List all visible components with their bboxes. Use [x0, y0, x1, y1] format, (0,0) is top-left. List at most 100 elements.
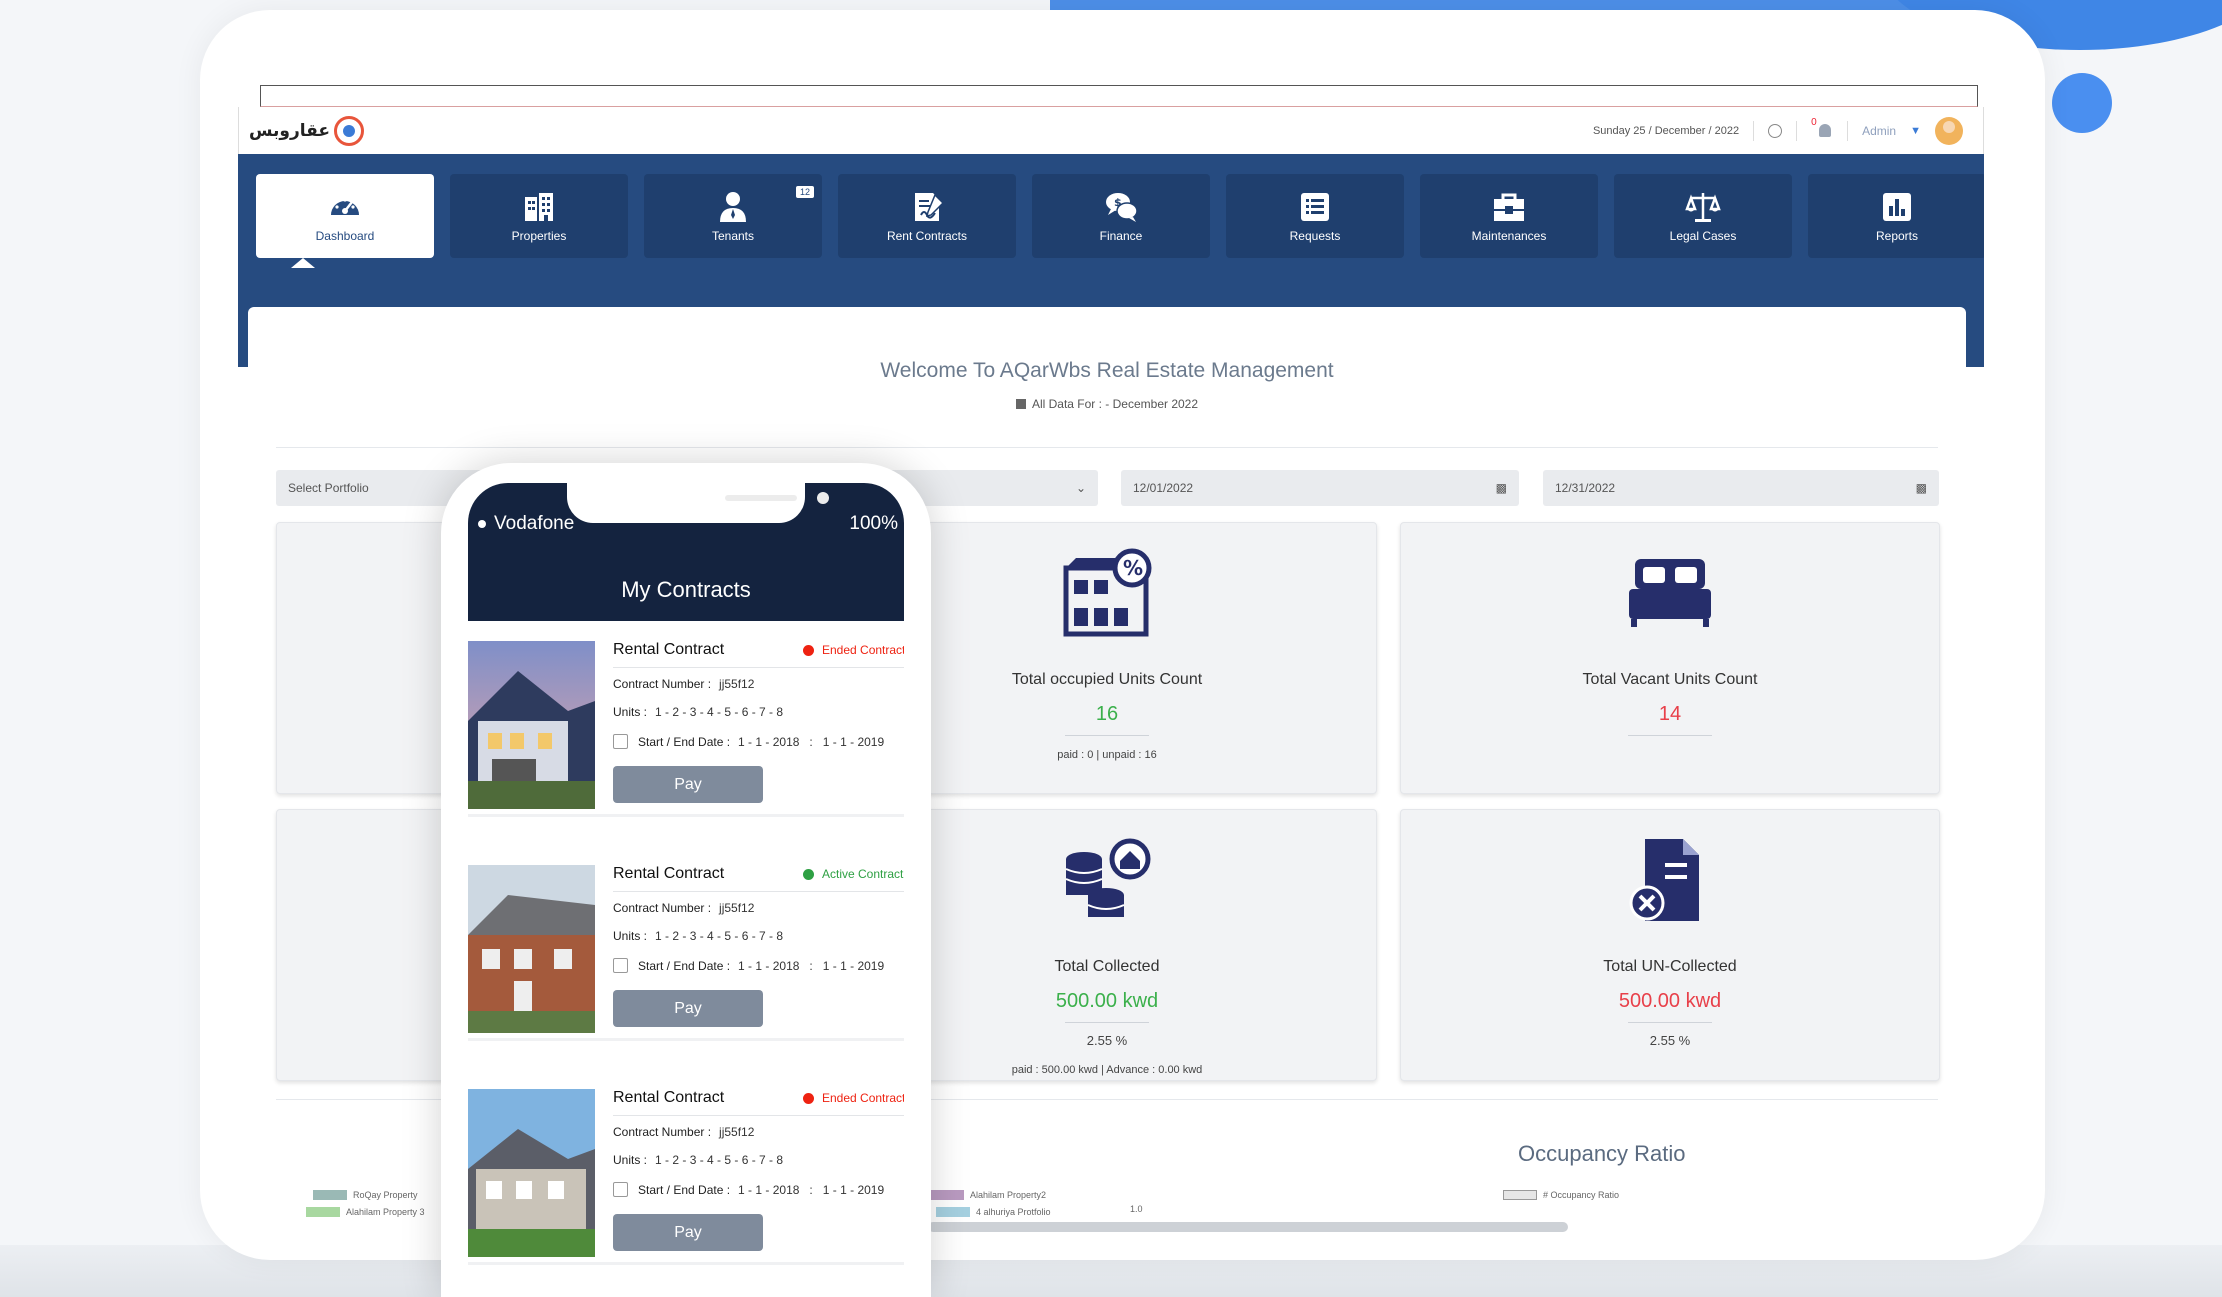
nav-maintenances[interactable]: Maintenances	[1420, 174, 1598, 258]
date-from-input[interactable]: 12/01/2022 ▩	[1121, 470, 1519, 506]
nav-reports[interactable]: Reports	[1808, 174, 1984, 258]
contract-title: Rental Contract	[613, 641, 725, 658]
legend-label: Alahilam Property2	[970, 1190, 1047, 1200]
battery-level: 100%	[849, 513, 898, 534]
legend-item[interactable]: Alahilam Property2	[930, 1190, 1046, 1200]
dates-label: Start / End Date :	[638, 735, 731, 749]
nav-rent-contracts[interactable]: Rent Contracts	[838, 174, 1016, 258]
vacant-units-card[interactable]: Total Vacant Units Count 14	[1400, 522, 1940, 794]
nav-properties[interactable]: Properties	[450, 174, 628, 258]
pay-button[interactable]: Pay	[613, 1214, 763, 1251]
house-photo-2	[468, 865, 595, 1033]
calendar-icon	[613, 734, 628, 749]
underline	[1628, 735, 1712, 736]
legend-item[interactable]: 4 alhuriya Protfolio	[936, 1207, 1051, 1217]
phone-screen: Vodafone 100% My Contracts Rental Contra…	[468, 483, 904, 1297]
logo-text: عقاروبس	[249, 121, 330, 141]
phone-header: Vodafone 100% My Contracts	[468, 483, 904, 621]
page-title: Welcome To AQarWbs Real Estate Managemen…	[880, 359, 1334, 382]
nav-requests[interactable]: Requests	[1226, 174, 1404, 258]
date-to-input[interactable]: 12/31/2022 ▩	[1543, 470, 1939, 506]
nav-finance[interactable]: $ Finance	[1032, 174, 1210, 258]
house-photo-3	[468, 1089, 595, 1257]
underline	[1065, 1022, 1149, 1023]
nav-dashboard[interactable]: Dashboard	[256, 174, 434, 258]
divider	[613, 891, 904, 892]
phone-mockup: Vodafone 100% My Contracts Rental Contra…	[441, 463, 931, 1297]
carrier: Vodafone	[478, 513, 574, 535]
notification-count: 0	[1811, 116, 1817, 128]
user-menu[interactable]: Admin	[1862, 124, 1896, 138]
contract-title: Rental Contract	[613, 1089, 725, 1106]
contract-number-row: Contract Number : jj55f12	[613, 901, 754, 915]
start-date: 1 - 1 - 2018	[738, 1183, 800, 1197]
contract-number-label: Contract Number :	[613, 677, 712, 691]
calendar-icon	[613, 958, 628, 973]
signal-icon	[478, 520, 486, 528]
top-bar-right: Sunday 25 / December / 2022 0 Admin ▼	[1593, 107, 1963, 154]
date-to-value: 12/31/2022	[1555, 481, 1616, 495]
avatar[interactable]	[1935, 116, 1963, 145]
units-value: 1 - 2 - 3 - 4 - 5 - 6 - 7 - 8	[655, 1153, 784, 1167]
nav-tenants[interactable]: 12 Tenants	[644, 174, 822, 258]
logo-icon	[334, 116, 364, 146]
logo[interactable]: عقاروبس	[249, 116, 364, 146]
divider	[276, 447, 1938, 448]
bell-icon	[1819, 123, 1832, 137]
nav-label: Tenants	[711, 229, 755, 243]
underline	[1065, 735, 1149, 736]
underline	[1628, 1022, 1712, 1023]
main-nav: Dashboard Properties 12 Tenants Rent Con…	[256, 174, 1984, 258]
globe-icon[interactable]	[1768, 123, 1783, 138]
units-label: Units :	[613, 1153, 648, 1167]
legend-item[interactable]: RoQay Property	[313, 1190, 418, 1200]
decor-circle	[2052, 73, 2112, 133]
tenants-badge: 12	[795, 186, 814, 198]
occupancy-legend[interactable]: # Occupancy Ratio	[1503, 1190, 1619, 1200]
horizontal-scrollbar[interactable]	[928, 1222, 1568, 1232]
dates-row: Start / End Date :1 - 1 - 2018:1 - 1 - 2…	[613, 958, 884, 973]
contract-card[interactable]: Rental Contract Active Contract Contract…	[468, 845, 904, 1041]
end-date: 1 - 1 - 2019	[822, 735, 885, 749]
current-date: Sunday 25 / December / 2022	[1592, 124, 1740, 137]
contract-icon	[915, 193, 945, 221]
occupancy-chart-title: Occupancy Ratio	[1518, 1141, 1686, 1166]
units-row: Units : 1 - 2 - 3 - 4 - 5 - 6 - 7 - 8	[613, 705, 783, 719]
speaker	[725, 495, 797, 501]
nav-legal-cases[interactable]: Legal Cases	[1614, 174, 1792, 258]
legend-label: 4 alhuriya Protfolio	[976, 1207, 1051, 1217]
notification-button[interactable]: 0	[1811, 117, 1833, 141]
contract-card[interactable]: Rental Contract Ended Contract Contract …	[468, 1069, 904, 1265]
pay-button[interactable]: Pay	[613, 990, 763, 1027]
carrier-name: Vodafone	[494, 513, 575, 534]
units-value: 1 - 2 - 3 - 4 - 5 - 6 - 7 - 8	[655, 929, 784, 943]
legend-item[interactable]: Alahilam Property 3	[306, 1207, 425, 1217]
divider	[613, 667, 904, 668]
active-indicator	[291, 258, 315, 268]
end-date: 1 - 1 - 2019	[822, 959, 885, 973]
status-text: Active Contract	[822, 867, 904, 881]
contract-number-row: Contract Number : jj55f12	[613, 1125, 754, 1139]
status-dot	[803, 868, 814, 880]
bed-icon	[1401, 543, 1939, 643]
scales-icon	[1685, 193, 1721, 222]
pay-button[interactable]: Pay	[613, 766, 763, 803]
legend-label: # Occupancy Ratio	[1543, 1190, 1620, 1200]
units-label: Units :	[613, 929, 648, 943]
uncollected-percent: 2.55 %	[1649, 1033, 1691, 1048]
contract-card[interactable]: Rental Contract Ended Contract Contract …	[468, 621, 904, 817]
divider	[1753, 120, 1755, 141]
calendar-icon: ▩	[1915, 481, 1927, 495]
chevron-down-icon[interactable]: ▼	[1910, 125, 1921, 137]
data-period: All Data For : - December 2022	[248, 397, 1966, 411]
nav-label: Dashboard	[315, 229, 375, 243]
contract-number-label: Contract Number :	[613, 1125, 712, 1139]
nav-label: Maintenances	[1471, 229, 1547, 243]
total-uncollected-card[interactable]: Total UN-Collected 500.00 kwd 2.55 %	[1400, 809, 1940, 1081]
contract-status: Ended Contract	[803, 1091, 904, 1105]
vacant-value: 14	[1658, 703, 1682, 725]
list-icon	[1301, 193, 1329, 221]
person-icon	[720, 192, 746, 222]
calendar-icon	[1015, 399, 1026, 409]
units-row: Units : 1 - 2 - 3 - 4 - 5 - 6 - 7 - 8	[613, 929, 783, 943]
